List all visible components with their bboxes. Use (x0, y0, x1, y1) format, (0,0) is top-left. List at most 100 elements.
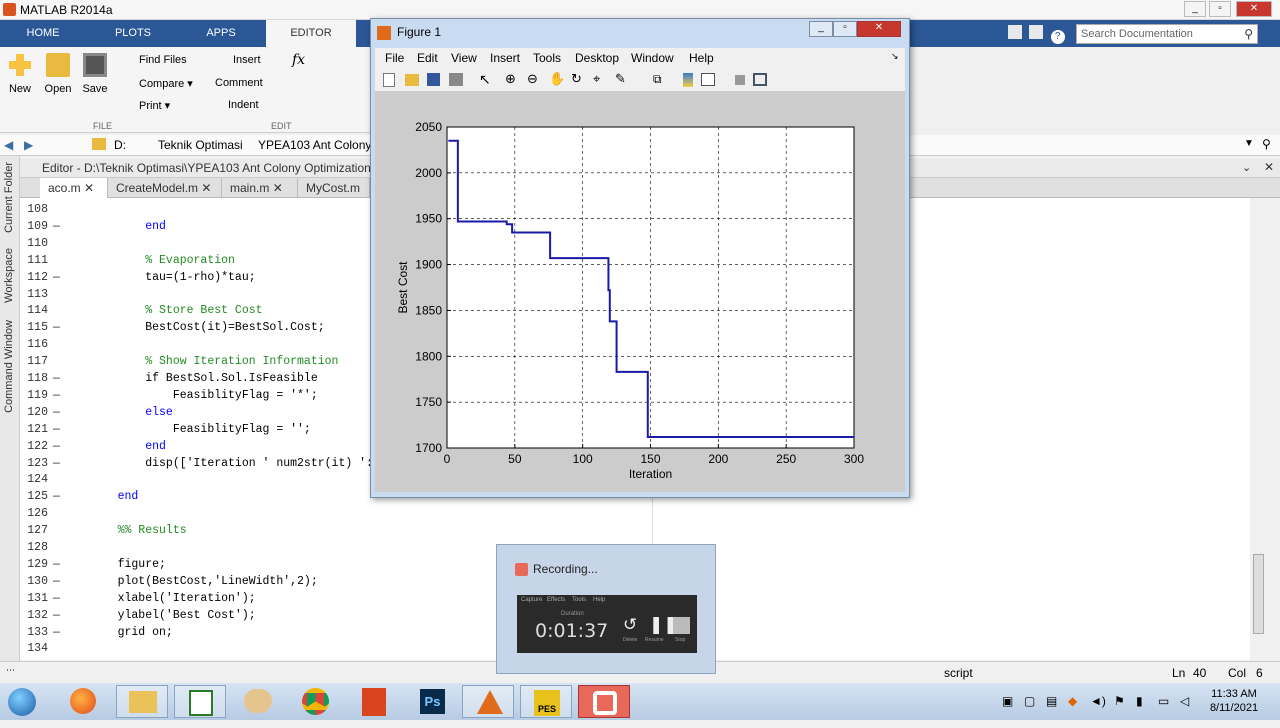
tab-editor[interactable]: EDITOR (266, 20, 356, 47)
tray-signal-icon[interactable]: ▮ (1136, 694, 1143, 708)
hide-plot-tools-icon[interactable] (735, 75, 745, 85)
taskbar-paint[interactable] (232, 685, 284, 718)
start-button[interactable] (2, 685, 42, 718)
figure-canvas[interactable]: 0 50 100 150 200 250 300 1700 1750 1800 1850 1900 19… (375, 92, 905, 492)
menu-help[interactable]: Help (689, 51, 714, 65)
code-line[interactable]: if BestSol.Sol.IsFeasible (90, 372, 318, 385)
code-line[interactable]: % Show Iteration Information (90, 355, 338, 368)
code-line[interactable]: %% Results (90, 524, 187, 537)
file-tab-createmodel[interactable]: CreateModel.m ✕ (108, 178, 222, 198)
recording-widget[interactable]: Recording... Capture Effects Tools Help … (496, 544, 716, 674)
copy-icon[interactable] (1008, 25, 1022, 39)
taskbar-chart-app[interactable] (174, 685, 226, 718)
status-options-icon[interactable]: ⋯ (6, 665, 15, 676)
taskbar-chrome[interactable] (290, 685, 342, 718)
best-cost-chart[interactable]: 0 50 100 150 200 250 300 1700 1750 1800 1850 1900 19… (375, 92, 905, 492)
show-plot-tools-icon[interactable] (753, 73, 767, 86)
breakpoint-marker[interactable]: — (53, 440, 60, 453)
code-line[interactable]: end (90, 490, 139, 503)
pan-icon[interactable]: ✋ (549, 71, 565, 87)
search-icon[interactable]: ⚲ (1244, 27, 1253, 41)
code-line[interactable]: FeasiblityFlag = ''; (90, 423, 311, 436)
print-button[interactable]: Print ▾ (121, 99, 170, 112)
delete-recording-icon[interactable]: ↺ (623, 615, 637, 635)
tab-home[interactable]: HOME (0, 20, 86, 47)
maximize-button[interactable]: ▫ (1209, 1, 1231, 17)
help-icon[interactable]: ? (1050, 30, 1065, 44)
stop-icon[interactable] (673, 617, 690, 634)
code-line[interactable]: xlabel('Iteration'); (90, 592, 256, 605)
forward-arrow-icon[interactable]: ▶ (24, 138, 33, 152)
tab-plots[interactable]: PLOTS (90, 20, 176, 47)
save-figure-icon[interactable] (427, 73, 440, 86)
print-figure-icon[interactable] (449, 73, 463, 86)
tray-window-icon[interactable]: ▢ (1024, 694, 1035, 708)
taskbar-foxit[interactable] (348, 685, 400, 718)
breakpoint-marker[interactable]: — (53, 457, 60, 470)
figure-maximize-button[interactable]: ▫ (833, 21, 857, 37)
compare-button[interactable]: Compare ▾ (121, 77, 193, 90)
save-button[interactable]: Save (77, 53, 113, 95)
breakpoint-marker[interactable]: — (53, 321, 60, 334)
code-line[interactable]: plot(BestCost,'LineWidth',2); (90, 575, 318, 588)
flag-icon[interactable]: ⚑ (1114, 694, 1125, 708)
taskbar-matlab[interactable] (462, 685, 514, 718)
breakpoint-marker[interactable]: — (53, 575, 60, 588)
taskbar-firefox[interactable] (58, 685, 110, 718)
breakpoint-marker[interactable]: — (53, 490, 60, 503)
breakpoint-marker[interactable]: — (53, 389, 60, 402)
code-line[interactable]: ylabel('Best Cost'); (90, 609, 256, 622)
menu-view[interactable]: View (451, 51, 477, 65)
code-line[interactable]: grid on; (90, 626, 173, 639)
code-line[interactable]: figure; (90, 558, 166, 571)
colorbar-icon[interactable] (683, 73, 693, 87)
file-tab-mycost[interactable]: MyCost.m (298, 178, 370, 198)
paste-icon[interactable] (1029, 25, 1044, 39)
address-dropdown-icon[interactable]: ▼ (1244, 138, 1254, 149)
close-button[interactable]: ✕ (1236, 1, 1272, 17)
close-tab-icon[interactable]: ✕ (201, 181, 211, 195)
close-tab-icon[interactable]: ✕ (84, 181, 94, 195)
recorder-menu-effects[interactable]: Effects (547, 597, 565, 603)
insert-button[interactable]: Insert (233, 54, 261, 66)
code-line[interactable]: BestCost(it)=BestSol.Cost; (90, 321, 324, 334)
new-figure-icon[interactable] (383, 73, 395, 87)
breakpoint-marker[interactable]: — (53, 558, 60, 571)
zoom-out-icon[interactable]: ⊖ (527, 71, 538, 87)
tray-battery-icon[interactable]: ▭ (1158, 694, 1169, 708)
search-documentation-input[interactable]: Search Documentation ⚲ (1076, 24, 1258, 44)
figure-close-button[interactable]: ✕ (857, 21, 901, 37)
breakpoint-marker[interactable]: — (53, 220, 60, 233)
editor-options-icon[interactable]: ⌄ (1242, 161, 1251, 174)
menu-insert[interactable]: Insert (490, 51, 520, 65)
menu-file[interactable]: File (385, 51, 404, 65)
data-cursor-icon[interactable]: ⌖ (593, 71, 600, 87)
code-line[interactable]: else (90, 406, 173, 419)
figure-window[interactable]: Figure 1 _ ▫ ✕ File Edit View Insert Too… (370, 18, 910, 498)
workspace-tab[interactable]: Workspace (3, 248, 15, 303)
breakpoint-marker[interactable]: — (53, 271, 60, 284)
recorder-menu-help[interactable]: Help (593, 597, 605, 603)
taskbar-explorer[interactable] (116, 685, 168, 718)
breakpoint-marker[interactable]: — (53, 592, 60, 605)
comment-button[interactable]: Comment (215, 77, 263, 89)
breakpoint-marker[interactable]: — (53, 626, 60, 639)
breadcrumb-drive[interactable]: D: (114, 138, 126, 152)
tray-network-icon[interactable]: ▤ (1046, 694, 1057, 708)
breakpoint-marker[interactable]: — (53, 423, 60, 436)
breakpoint-marker[interactable]: — (53, 609, 60, 622)
code-line[interactable]: end (90, 440, 166, 453)
vertical-scrollbar[interactable] (1250, 198, 1270, 660)
address-search-icon[interactable]: ⚲ (1262, 137, 1271, 151)
brush-icon[interactable]: ✎ (615, 71, 626, 87)
breakpoint-marker[interactable]: — (53, 372, 60, 385)
scrollbar-thumb[interactable] (1253, 554, 1264, 634)
tray-speaker-icon[interactable]: ◁ (1180, 694, 1189, 708)
clock[interactable]: 11:33 AM 8/11/2021 (1206, 687, 1262, 715)
new-button[interactable]: New (2, 53, 38, 95)
back-arrow-icon[interactable]: ◀ (4, 138, 13, 152)
command-window-tab[interactable]: Command Window (3, 320, 15, 413)
breadcrumb-ypea[interactable]: YPEA103 Ant Colony O (258, 138, 384, 152)
code-line[interactable]: % Evaporation (90, 254, 235, 267)
recorder-menu-tools[interactable]: Tools (572, 597, 586, 603)
